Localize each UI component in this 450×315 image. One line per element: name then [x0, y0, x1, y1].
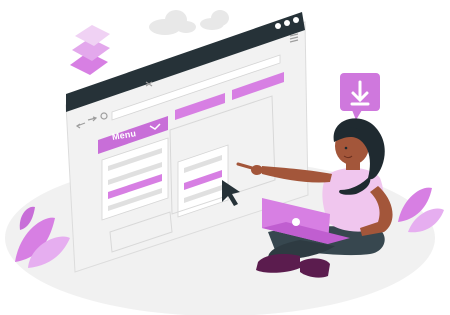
illustration-scene: Menu	[0, 0, 450, 315]
illustration-svg	[5, 10, 444, 315]
window-dot-1	[275, 23, 281, 29]
cloud-right	[200, 10, 229, 30]
window-dot-2	[284, 20, 290, 26]
cloud-left	[149, 10, 196, 35]
layers-icon	[70, 25, 110, 75]
window-dot-3	[293, 17, 299, 23]
download-badge	[340, 73, 380, 120]
